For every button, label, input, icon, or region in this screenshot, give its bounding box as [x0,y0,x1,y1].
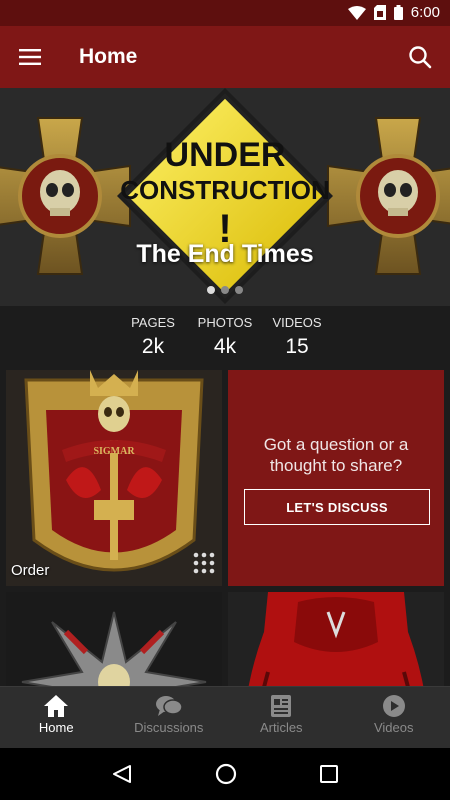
stat-value: 15 [285,335,309,358]
order-emblem-image: SIGMAR [6,370,222,586]
grid-menu-button[interactable] [193,552,215,579]
carousel-dot[interactable] [207,286,215,294]
wifi-icon [347,5,366,20]
home-circle-icon[interactable] [215,763,237,785]
battery-icon [393,5,403,20]
nav-discussions[interactable]: Discussions [113,687,226,748]
svg-text:SIGMAR: SIGMAR [93,446,135,457]
hamburger-menu-icon [19,49,41,65]
stat-label: VIDEOS [272,315,322,330]
stat-label: PAGES [131,315,175,330]
sim-card-icon [373,5,386,20]
bottom-navigation: Home Discussions Articles Videos [0,686,450,748]
carousel-dot[interactable] [221,286,229,294]
stat-videos[interactable]: VIDEOS 15 [261,306,333,368]
system-navigation-bar [0,748,450,800]
search-icon [409,46,432,69]
tile-order[interactable]: SIGMAR Order [6,370,222,586]
menu-button[interactable] [0,26,60,88]
nav-label: Home [38,720,74,735]
status-bar: 6:00 [0,0,450,26]
grid-dots-icon [193,552,215,574]
wiki-stats: PAGES 2k PHOTOS 4k VIDEOS 15 [0,306,450,368]
nav-videos[interactable]: Videos [338,687,450,748]
lets-discuss-button[interactable]: LET'S DISCUSS [244,489,430,525]
page-title: Home [79,45,138,68]
svg-text:CONSTRUCTION: CONSTRUCTION [120,175,329,205]
stat-photos[interactable]: PHOTOS 4k [189,306,261,368]
stat-label: PHOTOS [197,315,253,330]
nav-articles[interactable]: Articles [225,687,338,748]
stat-pages[interactable]: PAGES 2k [117,306,189,368]
app-bar: Home [0,26,450,88]
hero-title: The End Times [136,240,314,268]
articles-icon [271,695,292,717]
hero-image: UNDER CONSTRUCTION ! [0,88,450,306]
carousel-dot[interactable] [235,286,243,294]
home-icon [44,695,69,717]
nav-label: Videos [373,720,414,735]
hero-carousel[interactable]: UNDER CONSTRUCTION ! The End Times [0,88,450,306]
nav-home[interactable]: Home [0,687,113,748]
search-button[interactable] [398,35,442,79]
nav-label: Articles [259,720,303,735]
tile-discuss: Got a question or a thought to share? LE… [228,370,444,586]
back-icon[interactable] [112,764,132,784]
carousel-indicator [0,286,450,294]
recents-icon[interactable] [320,765,339,783]
tile-label: Order [11,562,50,579]
discuss-prompt: Got a question or a thought to share? [263,435,409,475]
nav-label: Discussions [134,720,204,735]
stat-value: 2k [141,335,165,358]
discussions-icon [155,696,182,716]
videos-icon [382,695,405,717]
status-icons: 6:00 [347,4,440,21]
status-time: 6:00 [410,4,440,21]
svg-text:UNDER: UNDER [165,136,286,174]
stat-value: 4k [213,335,237,358]
